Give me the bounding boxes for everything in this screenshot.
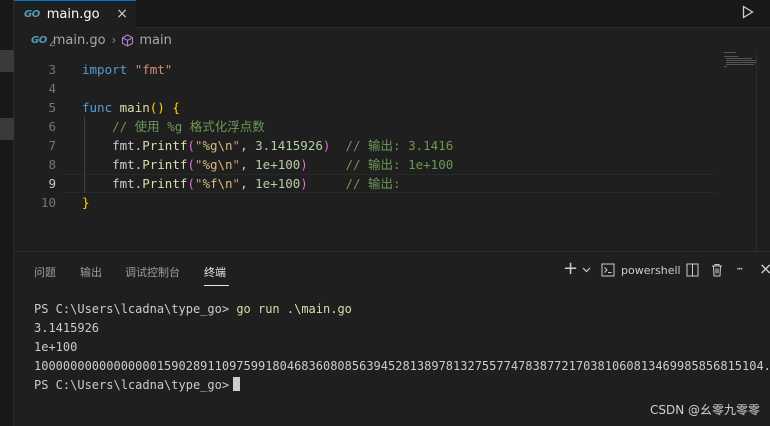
code-text: // 使用 %g 格式化浮点数 <box>82 119 265 134</box>
minimap[interactable] <box>722 51 758 81</box>
code-line: 2 <box>14 40 716 51</box>
tab-problems[interactable]: 问题 <box>34 264 56 280</box>
bottom-panel: 问题 输出 调试控制台 终端 + powershell ··· × PS C:\… <box>14 251 770 426</box>
terminal-command: go run .\main.go <box>236 302 352 316</box>
terminal-shell-name[interactable]: powershell <box>621 264 681 277</box>
code-editor[interactable]: 2 3 import "fmt" 4 5 func main() { 6 // … <box>14 40 770 251</box>
code-line: 8 fmt.Printf("%g\n", 1e+100) // 输出: 1e+1… <box>14 155 716 174</box>
terminal-prompt: PS C:\Users\lcadna\type_go> <box>34 378 230 392</box>
line-number: 2 <box>48 40 56 49</box>
code-line: 10 } <box>14 193 716 212</box>
editor-tab-bar: GO main.go × <box>14 0 770 28</box>
code-line: 7 fmt.Printf("%g\n", 3.1415926) // 输出: 3… <box>14 136 716 155</box>
line-number: 8 <box>48 157 56 172</box>
code-line: 3 import "fmt" <box>14 60 716 79</box>
tab-output[interactable]: 输出 <box>80 264 102 280</box>
code-line: 4 <box>14 79 716 98</box>
tab-main-go[interactable]: GO main.go × <box>14 0 136 28</box>
activity-marker <box>0 50 14 72</box>
line-number: 6 <box>48 119 56 134</box>
line-number: 4 <box>48 81 56 96</box>
code-line: 5 func main() { <box>14 98 716 117</box>
tab-label: main.go <box>46 7 100 22</box>
chevron-down-icon[interactable] <box>582 267 591 273</box>
terminal-line: 1e+100 <box>34 340 78 354</box>
tab-debug-console[interactable]: 调试控制台 <box>125 264 180 280</box>
activity-marker <box>0 118 14 140</box>
more-icon[interactable]: ··· <box>736 262 744 276</box>
line-number: 3 <box>48 62 56 77</box>
trash-icon[interactable] <box>711 263 723 277</box>
line-number: 7 <box>48 138 56 153</box>
line-number: 10 <box>40 195 56 210</box>
code-text: import "fmt" <box>82 62 173 77</box>
code-text: fmt.Printf("%g\n", 1e+100) // 输出: 1e+100 <box>82 157 454 172</box>
line-number: 9 <box>48 176 56 191</box>
vertical-scrollbar[interactable] <box>756 51 770 251</box>
code-text: fmt.Printf("%f\n", 1e+100) // 输出: <box>82 176 401 191</box>
activity-strip <box>0 0 14 426</box>
terminal-line: PS C:\Users\lcadna\type_go> <box>34 376 770 395</box>
close-icon[interactable]: × <box>759 259 770 278</box>
run-icon[interactable] <box>742 5 754 19</box>
code-text: func main() { <box>82 100 180 115</box>
code-text: fmt.Printf("%g\n", 3.1415926) // 输出: 3.1… <box>82 138 454 153</box>
tab-terminal[interactable]: 终端 <box>204 264 226 280</box>
close-icon[interactable]: × <box>116 6 128 22</box>
terminal-icon <box>601 263 615 277</box>
terminal-cursor <box>233 377 241 391</box>
active-tab-underline <box>204 285 229 286</box>
terminal-output[interactable]: PS C:\Users\lcadna\type_go> go run .\mai… <box>34 300 770 395</box>
code-text: } <box>82 195 90 210</box>
split-icon[interactable] <box>686 263 699 277</box>
terminal-line: 1000000000000000015902891109759918046836… <box>34 359 770 373</box>
terminal-line: PS C:\Users\lcadna\type_go> go run .\mai… <box>34 300 770 319</box>
terminal-prompt: PS C:\Users\lcadna\type_go> <box>34 302 230 316</box>
add-terminal-icon[interactable]: + <box>563 258 578 279</box>
code-line: 9 fmt.Printf("%f\n", 1e+100) // 输出: <box>14 174 716 193</box>
go-file-icon: GO <box>24 9 40 20</box>
code-line: 6 // 使用 %g 格式化浮点数 <box>14 117 716 136</box>
watermark: CSDN @幺零九零零 <box>649 403 760 417</box>
line-number: 5 <box>48 100 56 115</box>
terminal-line: 3.1415926 <box>34 321 100 335</box>
